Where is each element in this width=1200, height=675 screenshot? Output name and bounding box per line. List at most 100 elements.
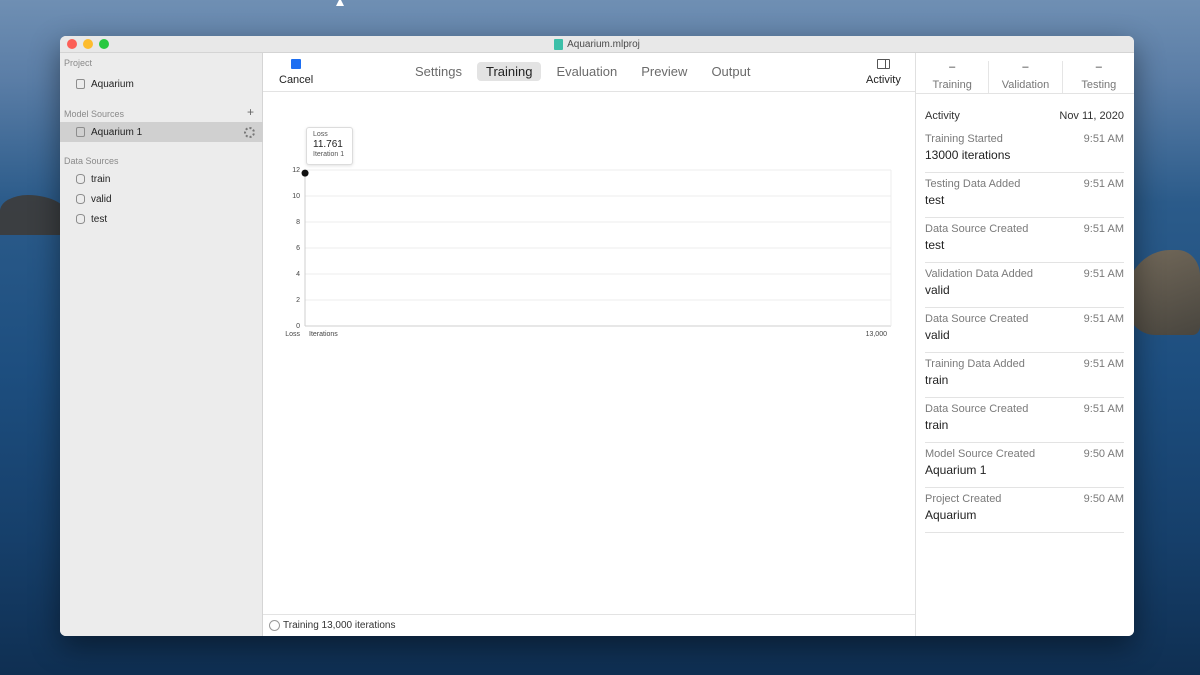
activity-item-name: Model Source Created [925, 448, 1036, 460]
app-window: Aquarium.mlproj Project Aquarium Model S… [60, 36, 1134, 636]
tab-settings[interactable]: Settings [406, 62, 471, 81]
sidebar: Project Aquarium Model Sources + Aquariu… [60, 53, 263, 636]
chart-tooltip: Loss 11.761 Iteration 1 [306, 127, 353, 165]
activity-item[interactable]: Data Source Created 9:51 AM test [925, 218, 1124, 263]
database-icon [76, 174, 85, 184]
activity-item[interactable]: Data Source Created 9:51 AM valid [925, 308, 1124, 353]
sidebar-item-project[interactable]: Aquarium [60, 74, 263, 94]
tab-output[interactable]: Output [702, 62, 759, 81]
metric-testing: – Testing [1063, 61, 1134, 93]
sidebar-item-label: Aquarium [91, 78, 134, 90]
toolbar: Cancel Settings Training Evaluation Prev… [263, 53, 915, 92]
activity-item-value: train [925, 373, 949, 387]
metric-label: Training [932, 79, 972, 91]
metric-training: – Training [916, 61, 990, 93]
status-bar: Training 13,000 iterations [263, 614, 915, 636]
activity-item-name: Data Source Created [925, 403, 1029, 415]
activity-item[interactable]: Validation Data Added 9:51 AM valid [925, 263, 1124, 308]
activity-toggle-button[interactable]: Activity [866, 59, 901, 86]
activity-list: Training Started 9:51 AM 13000 iterations T… [925, 128, 1124, 533]
tab-evaluation[interactable]: Evaluation [547, 62, 626, 81]
minimize-window-button[interactable] [83, 39, 93, 49]
project-file-icon [76, 79, 85, 89]
activity-item-value: valid [925, 283, 950, 297]
metric-validation: – Validation [989, 61, 1063, 93]
sidebar-section-project: Project [64, 58, 93, 68]
model-source-icon [76, 127, 85, 137]
tooltip-title: Loss [313, 131, 328, 138]
sidebar-item-model-source[interactable]: Aquarium 1 [60, 122, 263, 142]
y-tick-label: 0 [296, 323, 300, 330]
activity-item-time: 9:51 AM [1083, 178, 1124, 190]
y-tick-label: 8 [296, 219, 300, 226]
activity-item[interactable]: Training Started 9:51 AM 13000 iterations [925, 128, 1124, 173]
cancel-label: Cancel [279, 74, 314, 86]
sidebar-item-data-source[interactable]: valid [60, 189, 263, 209]
y-tick-label: 4 [296, 271, 300, 278]
sidebar-item-label: test [91, 213, 108, 225]
activity-item-name: Testing Data Added [925, 178, 1021, 190]
y-tick-label: 2 [296, 297, 300, 304]
main-content: Cancel Settings Training Evaluation Prev… [263, 53, 915, 636]
database-icon [76, 194, 85, 204]
window-title-text: Aquarium.mlproj [567, 38, 640, 50]
y-axis-label: Loss [285, 331, 300, 338]
desktop-island-right [1125, 250, 1200, 335]
tooltip-value: 11.761 [313, 139, 343, 150]
sidebar-section-data-sources: Data Sources [64, 156, 119, 166]
activity-item-value: Aquarium 1 [925, 463, 987, 477]
metric-value: – [1022, 61, 1029, 73]
activity-item-time: 9:51 AM [1083, 223, 1124, 235]
activity-item-name: Data Source Created [925, 223, 1029, 235]
tooltip-sub: Iteration 1 [313, 151, 345, 158]
metric-value: – [1095, 61, 1102, 73]
metrics-row: – Training – Validation – Testing [916, 61, 1134, 93]
activity-item[interactable]: Project Created 9:50 AM Aquarium [925, 488, 1124, 533]
close-window-button[interactable] [67, 39, 77, 49]
x-axis-label: Iterations [309, 331, 338, 338]
stop-icon [291, 59, 302, 69]
activity-item[interactable]: Model Source Created 9:50 AM Aquarium 1 [925, 443, 1124, 488]
window-controls [67, 39, 109, 49]
activity-item-time: 9:50 AM [1083, 493, 1124, 505]
database-icon [76, 214, 85, 224]
activity-item-time: 9:51 AM [1083, 313, 1124, 325]
activity-item-name: Project Created [925, 493, 1002, 505]
activity-button-label: Activity [866, 74, 901, 86]
activity-item-name: Training Started [925, 133, 1003, 145]
tab-preview[interactable]: Preview [632, 62, 696, 81]
activity-item-name: Data Source Created [925, 313, 1029, 325]
activity-item-value: train [925, 418, 949, 432]
loading-spinner-icon [244, 126, 255, 138]
progress-ring-icon [269, 620, 280, 631]
cancel-button[interactable]: Cancel [279, 59, 313, 86]
status-text: Training 13,000 iterations [283, 620, 396, 631]
metric-value: – [949, 61, 956, 73]
activity-date: Nov 11, 2020 [1059, 110, 1124, 122]
add-model-source-button[interactable]: + [247, 105, 254, 119]
y-tick-label: 10 [292, 193, 300, 200]
zoom-window-button[interactable] [99, 39, 109, 49]
sidebar-item-label: valid [91, 193, 112, 205]
activity-item[interactable]: Training Data Added 9:51 AM train [925, 353, 1124, 398]
tab-bar: Settings Training Evaluation Preview Out… [406, 62, 759, 81]
activity-item-name: Validation Data Added [925, 268, 1034, 280]
title-bar: Aquarium.mlproj [60, 36, 1134, 53]
sidebar-item-data-source[interactable]: test [60, 209, 263, 229]
tab-training[interactable]: Training [476, 62, 542, 81]
activity-item-name: Training Data Added [925, 358, 1025, 370]
activity-item-time: 9:51 AM [1083, 133, 1124, 145]
sidebar-item-label: train [91, 173, 111, 185]
activity-item[interactable]: Testing Data Added 9:51 AM test [925, 173, 1124, 218]
window-title: Aquarium.mlproj [554, 38, 640, 50]
sidebar-item-data-source[interactable]: train [60, 169, 263, 189]
y-tick-label: 6 [296, 245, 300, 252]
panel-divider [916, 93, 1134, 94]
metric-label: Testing [1081, 79, 1117, 91]
activity-item-time: 9:50 AM [1083, 448, 1124, 460]
activity-item-value: test [925, 193, 945, 207]
activity-item-time: 9:51 AM [1083, 268, 1124, 280]
sidebar-item-label: Aquarium 1 [91, 126, 143, 138]
activity-item[interactable]: Data Source Created 9:51 AM train [925, 398, 1124, 443]
loss-chart: 0 2 4 6 8 10 12 Loss Iterations 13,000 Loss 11.76… [263, 93, 915, 353]
